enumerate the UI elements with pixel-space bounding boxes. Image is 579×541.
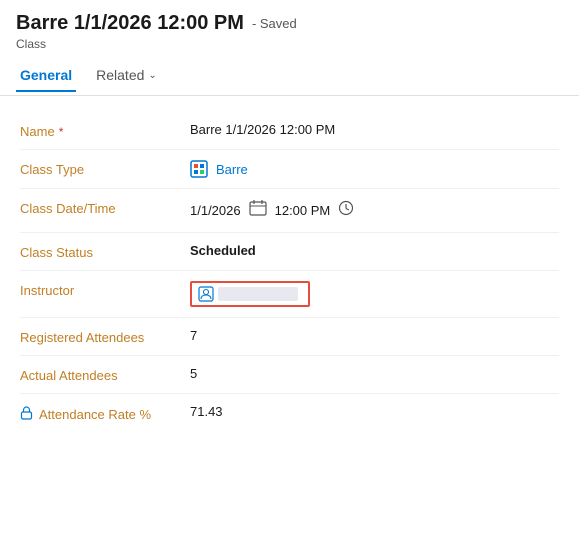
saved-indicator: - Saved xyxy=(252,16,297,31)
class-datetime-field-row: Class Date/Time 1/1/2026 12:00 PM xyxy=(20,189,559,233)
actual-attendees-value: 5 xyxy=(190,366,559,381)
name-label: Name * xyxy=(20,122,190,139)
class-type-field-row: Class Type Barre xyxy=(20,150,559,189)
class-datetime-label: Class Date/Time xyxy=(20,199,190,216)
clock-icon[interactable] xyxy=(338,200,354,221)
instructor-field-row: Instructor xyxy=(20,271,559,318)
class-status-label: Class Status xyxy=(20,243,190,260)
lookup-icon xyxy=(198,286,214,302)
class-type-label: Class Type xyxy=(20,160,190,177)
date-value[interactable]: 1/1/2026 xyxy=(190,203,241,218)
registered-attendees-value: 7 xyxy=(190,328,559,343)
tab-general[interactable]: General xyxy=(16,59,76,91)
attendance-rate-field-row: Attendance Rate % 71.43 xyxy=(20,394,559,433)
required-indicator: * xyxy=(59,125,64,139)
attendance-rate-value: 71.43 xyxy=(190,404,559,419)
tab-bar: General Related ⌄ xyxy=(16,59,563,91)
actual-attendees-field-row: Actual Attendees 5 xyxy=(20,356,559,394)
class-type-value[interactable]: Barre xyxy=(190,160,559,178)
calendar-icon[interactable] xyxy=(249,199,267,222)
lock-icon xyxy=(20,406,33,423)
class-datetime-value: 1/1/2026 12:00 PM xyxy=(190,199,559,222)
page-header: Barre 1/1/2026 12:00 PM - Saved Class Ge… xyxy=(0,0,579,96)
actual-attendees-label: Actual Attendees xyxy=(20,366,190,383)
record-type: Class xyxy=(16,37,563,51)
class-type-icon xyxy=(190,160,208,178)
name-value: Barre 1/1/2026 12:00 PM xyxy=(190,122,559,137)
chevron-down-icon: ⌄ xyxy=(148,70,156,81)
time-value[interactable]: 12:00 PM xyxy=(275,203,331,218)
class-status-field-row: Class Status Scheduled xyxy=(20,233,559,271)
instructor-input[interactable] xyxy=(190,281,310,307)
attendance-rate-label: Attendance Rate % xyxy=(20,404,190,423)
registered-attendees-field-row: Registered Attendees 7 xyxy=(20,318,559,356)
instructor-label: Instructor xyxy=(20,281,190,298)
instructor-value xyxy=(190,281,559,307)
class-status-value: Scheduled xyxy=(190,243,559,258)
tab-related[interactable]: Related ⌄ xyxy=(92,59,161,91)
instructor-text-placeholder xyxy=(218,287,298,301)
name-field-row: Name * Barre 1/1/2026 12:00 PM xyxy=(20,112,559,150)
page-title: Barre 1/1/2026 12:00 PM xyxy=(16,12,244,35)
registered-attendees-label: Registered Attendees xyxy=(20,328,190,345)
form-content: Name * Barre 1/1/2026 12:00 PM Class Typ… xyxy=(0,96,579,449)
